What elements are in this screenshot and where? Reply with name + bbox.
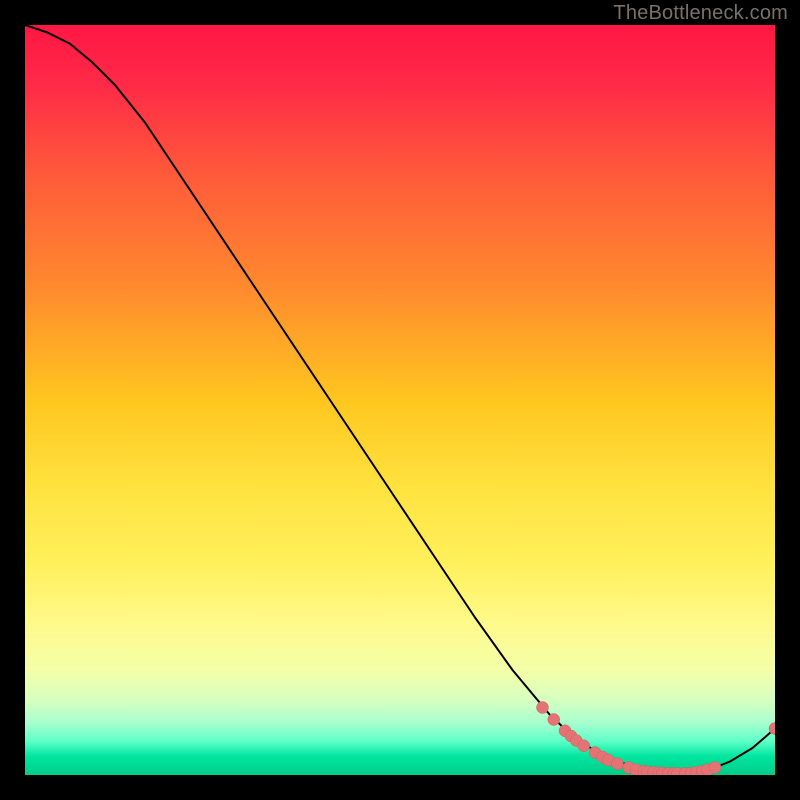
data-point (548, 714, 560, 726)
data-point (578, 740, 590, 752)
data-point (537, 702, 549, 714)
data-point (612, 758, 624, 770)
data-point (709, 762, 721, 774)
chart-container: TheBottleneck.com (0, 0, 800, 800)
bottleneck-plot (25, 25, 775, 775)
gradient-background (25, 25, 775, 775)
attribution-text: TheBottleneck.com (613, 2, 788, 25)
